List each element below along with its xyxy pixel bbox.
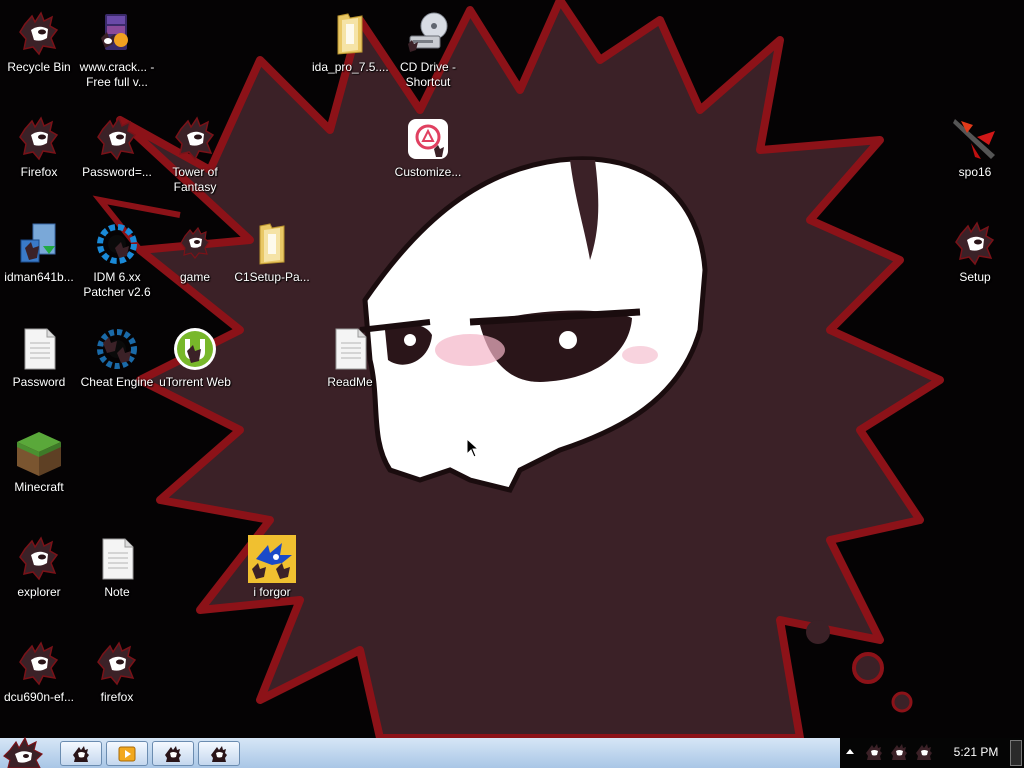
desktop-icon-label: ida_pro_7.5.... bbox=[312, 60, 389, 74]
desktop-icon-firefox[interactable]: Firefox bbox=[0, 115, 78, 180]
desktop-icon-tower-of-fantasy[interactable]: Tower of Fantasy bbox=[156, 115, 234, 195]
text-file-icon bbox=[335, 328, 367, 370]
desktop-icon-label: Password bbox=[12, 375, 66, 389]
text-file-icon bbox=[24, 328, 56, 370]
desktop-icon-i-forgor[interactable]: i forgor bbox=[233, 535, 311, 600]
desktop-icon-note[interactable]: Note bbox=[78, 535, 156, 600]
desktop-icon-label: www.crack... - Free full v... bbox=[79, 60, 155, 89]
desktop-icon-label: firefox bbox=[100, 690, 134, 704]
desktop-icon-label: Setup bbox=[959, 270, 991, 284]
mascot-icon bbox=[3, 736, 44, 768]
mascot-icon[interactable] bbox=[916, 744, 932, 760]
desktop-icon-password-eq[interactable]: Password=... bbox=[78, 115, 156, 180]
desktop-icon-idm-patcher[interactable]: IDM 6.xx Patcher v2.6 bbox=[78, 220, 156, 300]
folder-icon bbox=[337, 13, 363, 55]
mascot-icon[interactable] bbox=[891, 744, 907, 760]
desktop-icon-label: Firefox bbox=[20, 165, 58, 179]
mascot-icon bbox=[955, 221, 995, 266]
mascot-icon bbox=[73, 746, 89, 762]
gear-icon bbox=[97, 329, 137, 369]
weapon-icon bbox=[953, 119, 995, 159]
desktop-icon-password[interactable]: Password bbox=[0, 325, 78, 390]
desktop-icon-label: CD Drive - Shortcut bbox=[400, 60, 456, 89]
folder-icon bbox=[259, 223, 285, 265]
mascot-icon[interactable] bbox=[866, 744, 882, 760]
taskbar-button-3[interactable] bbox=[152, 741, 194, 766]
desktop-icon-customize[interactable]: Customize... bbox=[389, 115, 467, 180]
desktop-icon-ida-pro[interactable]: ida_pro_7.5.... bbox=[311, 10, 389, 75]
mascot-icon bbox=[19, 116, 59, 161]
installer-icon bbox=[20, 223, 56, 263]
desktop-icon-label: i forgor bbox=[253, 585, 291, 599]
cd-drive-icon bbox=[408, 12, 448, 52]
desktop-icon-minecraft[interactable]: Minecraft bbox=[0, 430, 78, 495]
mascot-icon bbox=[97, 116, 137, 161]
desktop-icon-www-crack[interactable]: www.crack... - Free full v... bbox=[78, 10, 156, 90]
desktop-icon-label: explorer bbox=[17, 585, 61, 599]
desktop-icon-label: dcu690n-ef... bbox=[3, 690, 75, 704]
desktop-icon-firefox-lower[interactable]: firefox bbox=[78, 640, 156, 705]
desktop-icon-label: game bbox=[179, 270, 211, 284]
desktop-icon-label: ReadMe bbox=[327, 375, 373, 389]
desktop-icon-game[interactable]: game bbox=[156, 220, 234, 285]
mascot-icon bbox=[180, 226, 210, 259]
media-player-icon bbox=[118, 746, 136, 762]
desktop-icon-label: Password=... bbox=[82, 165, 152, 179]
desktop-icon-label: Note bbox=[104, 585, 130, 599]
taskbar-button-1[interactable] bbox=[60, 741, 102, 766]
desktop-icon-explorer[interactable]: explorer bbox=[0, 535, 78, 600]
text-file-icon bbox=[102, 538, 134, 580]
gear-icon bbox=[97, 224, 137, 264]
desktop-icon-label: Customize... bbox=[394, 165, 462, 179]
desktop-icon-recycle-bin[interactable]: Recycle Bin bbox=[0, 10, 78, 75]
desktop-icon-dcu690n[interactable]: dcu690n-ef... bbox=[0, 640, 78, 705]
start-button[interactable] bbox=[2, 736, 54, 768]
desktop-icon-idman[interactable]: idman641b... bbox=[0, 220, 78, 285]
desktop-icon-label: Cheat Engine bbox=[80, 375, 154, 389]
desktop-icon-label: uTorrent Web bbox=[159, 375, 231, 389]
desktop-icon-label: Recycle Bin bbox=[7, 60, 71, 74]
mascot-icon bbox=[165, 746, 181, 762]
show-hidden-icons-arrow-icon[interactable] bbox=[844, 746, 856, 758]
customize-icon bbox=[408, 119, 448, 159]
taskbar-button-4[interactable] bbox=[198, 741, 240, 766]
mascot-icon bbox=[19, 536, 59, 581]
desktop-icon-setup[interactable]: Setup bbox=[936, 220, 1014, 285]
mascot-icon bbox=[211, 746, 227, 762]
mascot-icon bbox=[175, 116, 215, 161]
desktop-icon-spo16[interactable]: spo16 bbox=[936, 115, 1014, 180]
mascot-icon bbox=[97, 641, 137, 686]
desktop-icon-utorrent-web[interactable]: uTorrent Web bbox=[156, 325, 234, 390]
desktop-icon-label: IDM 6.xx Patcher v2.6 bbox=[83, 270, 151, 299]
desktop-icon-label: Minecraft bbox=[14, 480, 64, 494]
mascot-icon bbox=[19, 11, 59, 56]
mouse-cursor-icon bbox=[466, 438, 480, 458]
desktop-icon-cd-drive[interactable]: CD Drive - Shortcut bbox=[389, 10, 467, 90]
winrar-icon bbox=[101, 14, 128, 50]
desktop-icon-label: Tower of Fantasy bbox=[172, 165, 218, 194]
sonic-icon bbox=[248, 535, 296, 583]
desktop-icon-c1setup[interactable]: C1Setup-Pa... bbox=[233, 220, 311, 285]
show-desktop-button[interactable] bbox=[1010, 740, 1022, 766]
taskbar-button-2[interactable] bbox=[106, 741, 148, 766]
desktop-icon-readme[interactable]: ReadMe bbox=[311, 325, 389, 390]
desktop-icon-label: C1Setup-Pa... bbox=[234, 270, 310, 284]
utorrent-icon bbox=[174, 328, 216, 370]
desktop-icon-label: idman641b... bbox=[4, 270, 74, 284]
desktop-icon-cheat-engine[interactable]: Cheat Engine bbox=[78, 325, 156, 390]
mascot-icon bbox=[19, 641, 59, 686]
taskbar-clock[interactable]: 5:21 PM bbox=[948, 745, 1004, 759]
grass-block-icon bbox=[17, 432, 61, 476]
desktop-icon-label: spo16 bbox=[958, 165, 992, 179]
